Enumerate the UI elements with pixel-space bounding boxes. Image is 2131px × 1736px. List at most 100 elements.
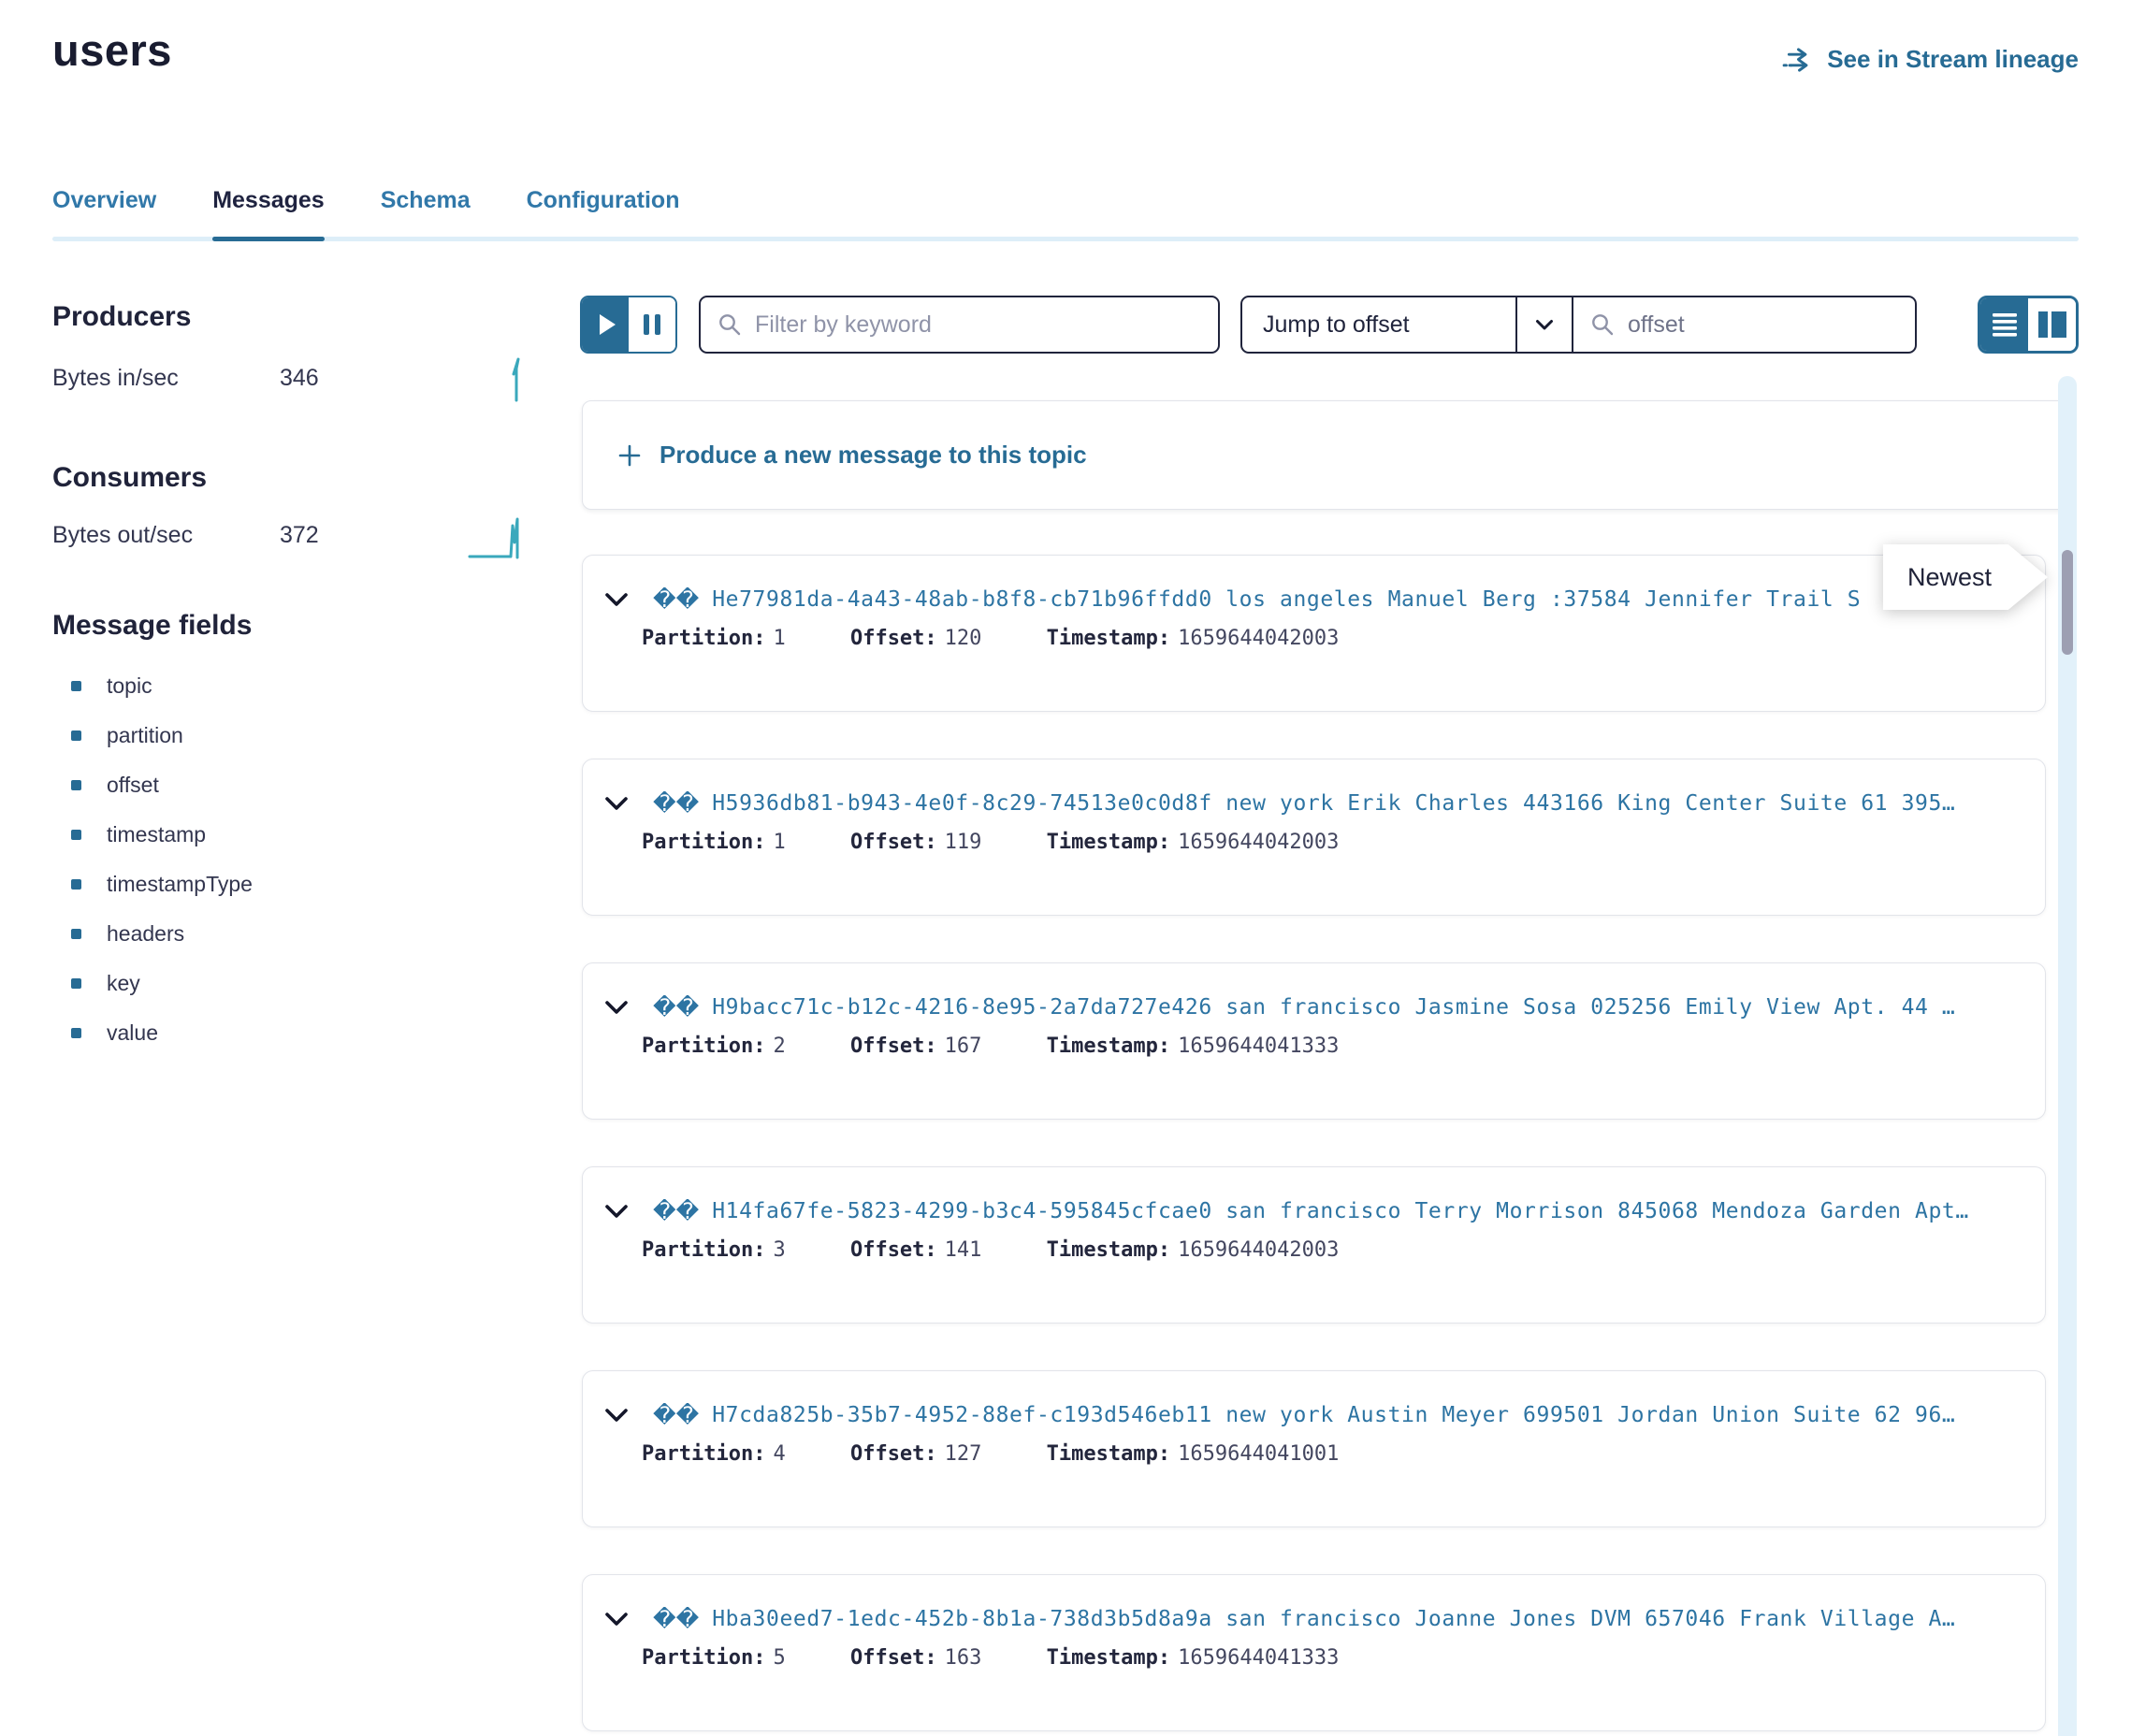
offset-meta: Offset: 127 xyxy=(850,1442,981,1466)
offset-label: Offset: xyxy=(850,627,937,650)
offset-meta: Offset: 163 xyxy=(850,1646,981,1670)
partition-meta: Partition:3 xyxy=(642,1238,786,1262)
chevron-down-icon[interactable] xyxy=(604,1612,629,1628)
pause-icon xyxy=(644,314,660,335)
tab-overview[interactable]: Overview xyxy=(52,187,156,240)
chevron-down-icon[interactable] xyxy=(604,1204,629,1220)
offset-search-input[interactable] xyxy=(1628,311,1915,339)
message-field-headers[interactable]: headers xyxy=(52,909,408,959)
offset-label: Offset: xyxy=(850,1238,937,1262)
offset-meta: Offset: 141 xyxy=(850,1238,981,1262)
bytes-in-label: Bytes in/sec xyxy=(52,365,179,392)
column-view-icon xyxy=(2038,311,2066,338)
filter-input-box xyxy=(699,296,1220,354)
offset-label: Offset: xyxy=(850,1442,937,1466)
message-key-and-value[interactable]: Hba30eed7-1edc-452b-8b1a-738d3b5d8a9a sa… xyxy=(712,1607,1955,1631)
plus-icon xyxy=(616,442,643,469)
message-row[interactable]: �� He77981da-4a43-48ab-b8f8-cb71b96ffdd0… xyxy=(582,555,2046,712)
timestamp-meta: Timestamp:1659644041001 xyxy=(1047,1442,1340,1466)
tab-configuration[interactable]: Configuration xyxy=(527,187,680,240)
chevron-down-icon[interactable] xyxy=(604,592,629,608)
producers-heading: Producers xyxy=(52,301,191,333)
offset-value: 119 xyxy=(945,831,982,854)
partition-meta: Partition:2 xyxy=(642,1034,786,1058)
produce-message-button[interactable]: Produce a new message to this topic xyxy=(582,400,2069,510)
timestamp-label: Timestamp: xyxy=(1047,1238,1170,1262)
field-label: headers xyxy=(107,921,184,947)
message-row[interactable]: �� H7cda825b-35b7-4952-88ef-c193d546eb11… xyxy=(582,1370,2046,1527)
consumers-heading: Consumers xyxy=(52,462,207,494)
message-field-value[interactable]: value xyxy=(52,1008,408,1058)
offset-value: 141 xyxy=(945,1238,982,1262)
play-button[interactable] xyxy=(582,297,629,352)
message-key-icon: �� xyxy=(653,792,699,815)
field-label: offset xyxy=(107,773,159,798)
message-key-and-value[interactable]: H5936db81-b943-4e0f-8c29-74513e0c0d8f ne… xyxy=(712,791,1955,816)
offset-value: 163 xyxy=(945,1646,982,1670)
message-fields-list: topic partition offset timestamptimestampTy… xyxy=(52,661,408,1058)
partition-meta: Partition:5 xyxy=(642,1646,786,1670)
message-fields-heading: Message fields xyxy=(52,610,252,642)
bytes-in-sparkline xyxy=(503,355,531,404)
chevron-down-icon[interactable] xyxy=(604,1000,629,1016)
field-bullet-icon xyxy=(71,681,81,691)
column-view-button[interactable] xyxy=(2028,298,2076,351)
stream-lineage-arrow-icon xyxy=(1782,46,1816,74)
message-field-offset[interactable]: offset xyxy=(52,760,408,810)
timestamp-value: 1659644041333 xyxy=(1178,1034,1339,1058)
offset-value: 120 xyxy=(945,627,982,650)
timestamp-meta: Timestamp:1659644042003 xyxy=(1047,627,1340,650)
message-field-partition[interactable]: partition xyxy=(52,711,408,760)
partition-value: 1 xyxy=(773,627,785,650)
scrollbar-track[interactable] xyxy=(2058,376,2077,1736)
offset-value: 127 xyxy=(945,1442,982,1466)
scrollbar-thumb[interactable] xyxy=(2062,550,2073,655)
field-bullet-icon xyxy=(71,879,81,890)
see-in-stream-lineage-link[interactable]: See in Stream lineage xyxy=(1782,45,2079,74)
chevron-down-icon[interactable] xyxy=(604,1408,629,1424)
tabs: Overview Messages Schema Configuration xyxy=(52,187,2079,240)
filter-keyword-input[interactable] xyxy=(755,311,1218,339)
message-row[interactable]: �� Hba30eed7-1edc-452b-8b1a-738d3b5d8a9a… xyxy=(582,1574,2046,1731)
timestamp-value: 1659644042003 xyxy=(1178,831,1339,854)
chevron-down-icon[interactable] xyxy=(604,796,629,812)
produce-button-label: Produce a new message to this topic xyxy=(660,441,1087,470)
lineage-link-label: See in Stream lineage xyxy=(1827,45,2079,74)
field-label: key xyxy=(107,971,140,996)
message-row[interactable]: �� H5936db81-b943-4e0f-8c29-74513e0c0d8f… xyxy=(582,759,2046,916)
list-view-button[interactable] xyxy=(1980,298,2028,351)
partition-label: Partition: xyxy=(642,1238,765,1262)
field-label: topic xyxy=(107,673,152,699)
message-list: �� He77981da-4a43-48ab-b8f8-cb71b96ffdd0… xyxy=(582,555,2046,1731)
partition-label: Partition: xyxy=(642,1034,765,1058)
offset-value: 167 xyxy=(945,1034,982,1058)
search-icon xyxy=(1590,312,1615,337)
bytes-out-label: Bytes out/sec xyxy=(52,522,193,549)
message-key-and-value[interactable]: H14fa67fe-5823-4299-b3c4-595845cfcae0 sa… xyxy=(712,1199,1969,1223)
message-key-and-value[interactable]: H9bacc71c-b12c-4216-8e95-2a7da727e426 sa… xyxy=(712,995,1955,1020)
play-icon xyxy=(600,314,616,335)
message-key-icon: �� xyxy=(653,1200,699,1222)
message-key-icon: �� xyxy=(653,1608,699,1630)
message-field-topic[interactable]: topic xyxy=(52,661,408,711)
tab-messages[interactable]: Messages xyxy=(212,187,325,240)
message-row[interactable]: �� H9bacc71c-b12c-4216-8e95-2a7da727e426… xyxy=(582,962,2046,1120)
timestamp-label: Timestamp: xyxy=(1047,1646,1170,1670)
message-field-timestamptype[interactable]: timestampType xyxy=(52,860,408,909)
message-row[interactable]: �� H14fa67fe-5823-4299-b3c4-595845cfcae0… xyxy=(582,1166,2046,1324)
offset-label: Offset: xyxy=(850,1646,937,1670)
message-key-icon: �� xyxy=(653,588,699,611)
message-key-and-value[interactable]: He77981da-4a43-48ab-b8f8-cb71b96ffdd0 lo… xyxy=(712,587,1861,612)
message-key-and-value[interactable]: H7cda825b-35b7-4952-88ef-c193d546eb11 ne… xyxy=(712,1403,1955,1427)
bytes-out-sparkline xyxy=(468,513,533,565)
timestamp-value: 1659644041333 xyxy=(1178,1646,1339,1670)
jump-to-offset-select[interactable]: Jump to offset xyxy=(1240,296,1573,354)
message-field-key[interactable]: key xyxy=(52,959,408,1008)
partition-label: Partition: xyxy=(642,1442,765,1466)
message-field-timestamp[interactable]: timestamp xyxy=(52,810,408,860)
pause-button[interactable] xyxy=(629,297,675,352)
tab-schema[interactable]: Schema xyxy=(381,187,471,240)
partition-value: 4 xyxy=(773,1442,785,1466)
field-label: partition xyxy=(107,723,183,748)
offset-meta: Offset:119 xyxy=(850,831,981,854)
